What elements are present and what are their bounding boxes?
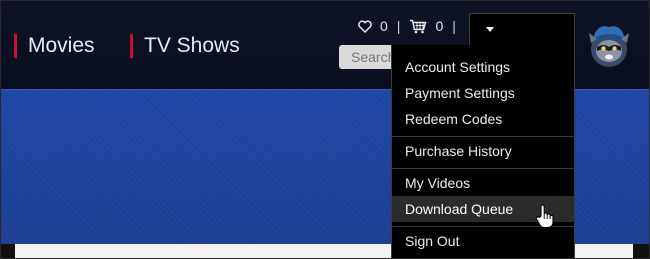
caret-down-icon [486,27,494,32]
nav-tv-shows[interactable]: TV Shows [130,32,240,60]
menu-item-my-videos[interactable]: My Videos [392,170,574,196]
avatar[interactable] [587,21,631,69]
menu-item-sign-out[interactable]: Sign Out [392,228,574,254]
search-input[interactable]: Search [339,45,399,69]
menu-item-purchase-history[interactable]: Purchase History [392,138,574,164]
menu-item-payment-settings[interactable]: Payment Settings [392,80,574,106]
menu-divider [392,136,574,137]
menu-item-redeem-codes[interactable]: Redeem Codes [392,106,574,132]
wishlist-count: 0 [380,18,388,34]
separator: | [452,18,456,34]
account-menu-toggle[interactable] [469,13,575,45]
header-icons: 0 | 0 | [358,15,465,37]
page-edge [633,244,649,258]
menu-divider [392,168,574,169]
separator: | [396,18,401,34]
page-frame: Movies TV Shows 0 | 0 | Search Account S… [0,0,650,259]
nav-tv-shows-label: TV Shows [144,34,240,57]
menu-item-account-settings[interactable]: Account Settings [392,54,574,80]
cart-button[interactable]: 0 [409,18,443,34]
nav-accent-bar [130,34,133,58]
cart-count: 0 [435,18,444,34]
heart-icon [358,19,372,33]
cart-icon [410,19,427,33]
page-edge [1,244,15,258]
nav-accent-bar [14,34,17,58]
wishlist-button[interactable]: 0 [358,18,388,34]
nav-movies[interactable]: Movies [14,32,95,60]
hand-cursor-icon [535,204,554,229]
nav-movies-label: Movies [28,34,95,57]
